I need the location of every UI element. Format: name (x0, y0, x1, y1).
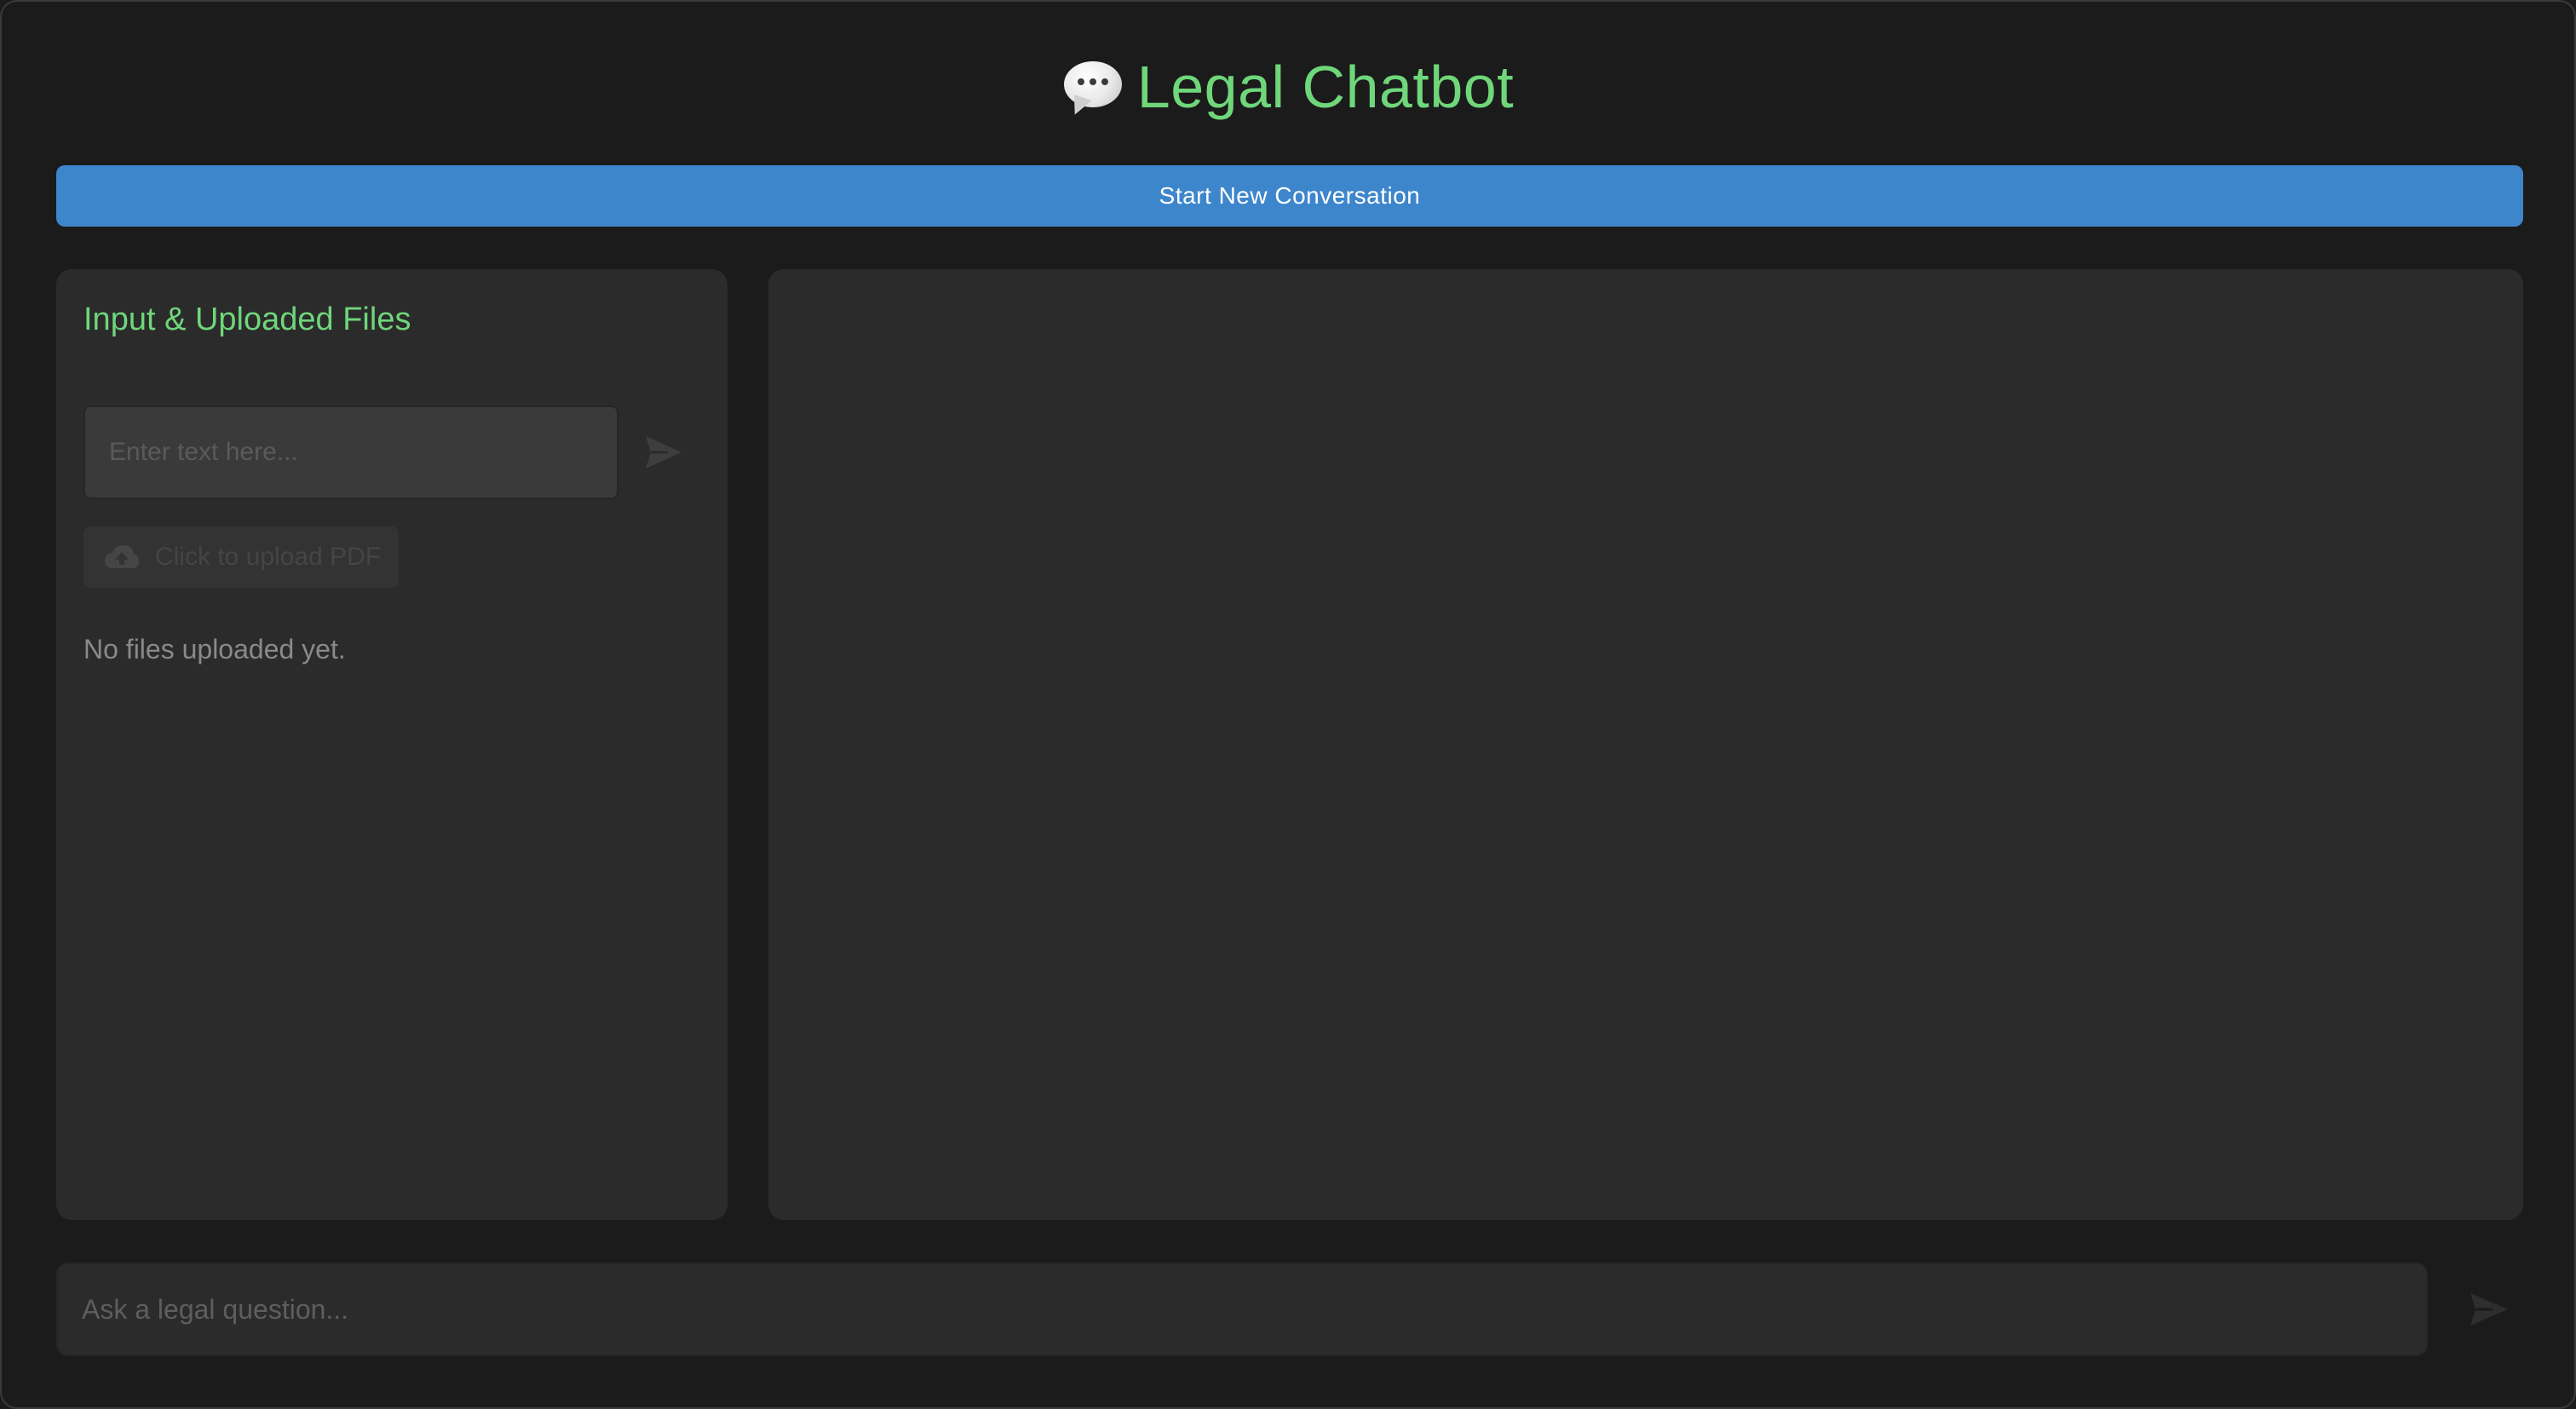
send-icon[interactable] (2469, 1291, 2510, 1327)
send-icon[interactable] (644, 434, 683, 470)
app-window: Legal Chatbot Start New Conversation Inp… (0, 0, 2576, 1409)
page-title: Legal Chatbot (1136, 54, 1515, 120)
files-status: No files uploaded yet. (83, 634, 346, 664)
speech-bubble-icon (1062, 56, 1124, 118)
question-input[interactable] (56, 1262, 2428, 1356)
upload-pdf-button[interactable]: Click to upload PDF (83, 526, 399, 588)
input-files-panel: Input & Uploaded Files Click to upload P… (56, 269, 727, 1220)
chat-area (768, 269, 2523, 1220)
header: Legal Chatbot (2, 46, 2574, 128)
cloud-upload-icon (105, 545, 139, 568)
upload-label: Click to upload PDF (155, 543, 382, 571)
text-input[interactable] (83, 405, 618, 499)
panel-heading: Input & Uploaded Files (83, 302, 411, 337)
start-new-conversation-button[interactable]: Start New Conversation (56, 165, 2523, 227)
